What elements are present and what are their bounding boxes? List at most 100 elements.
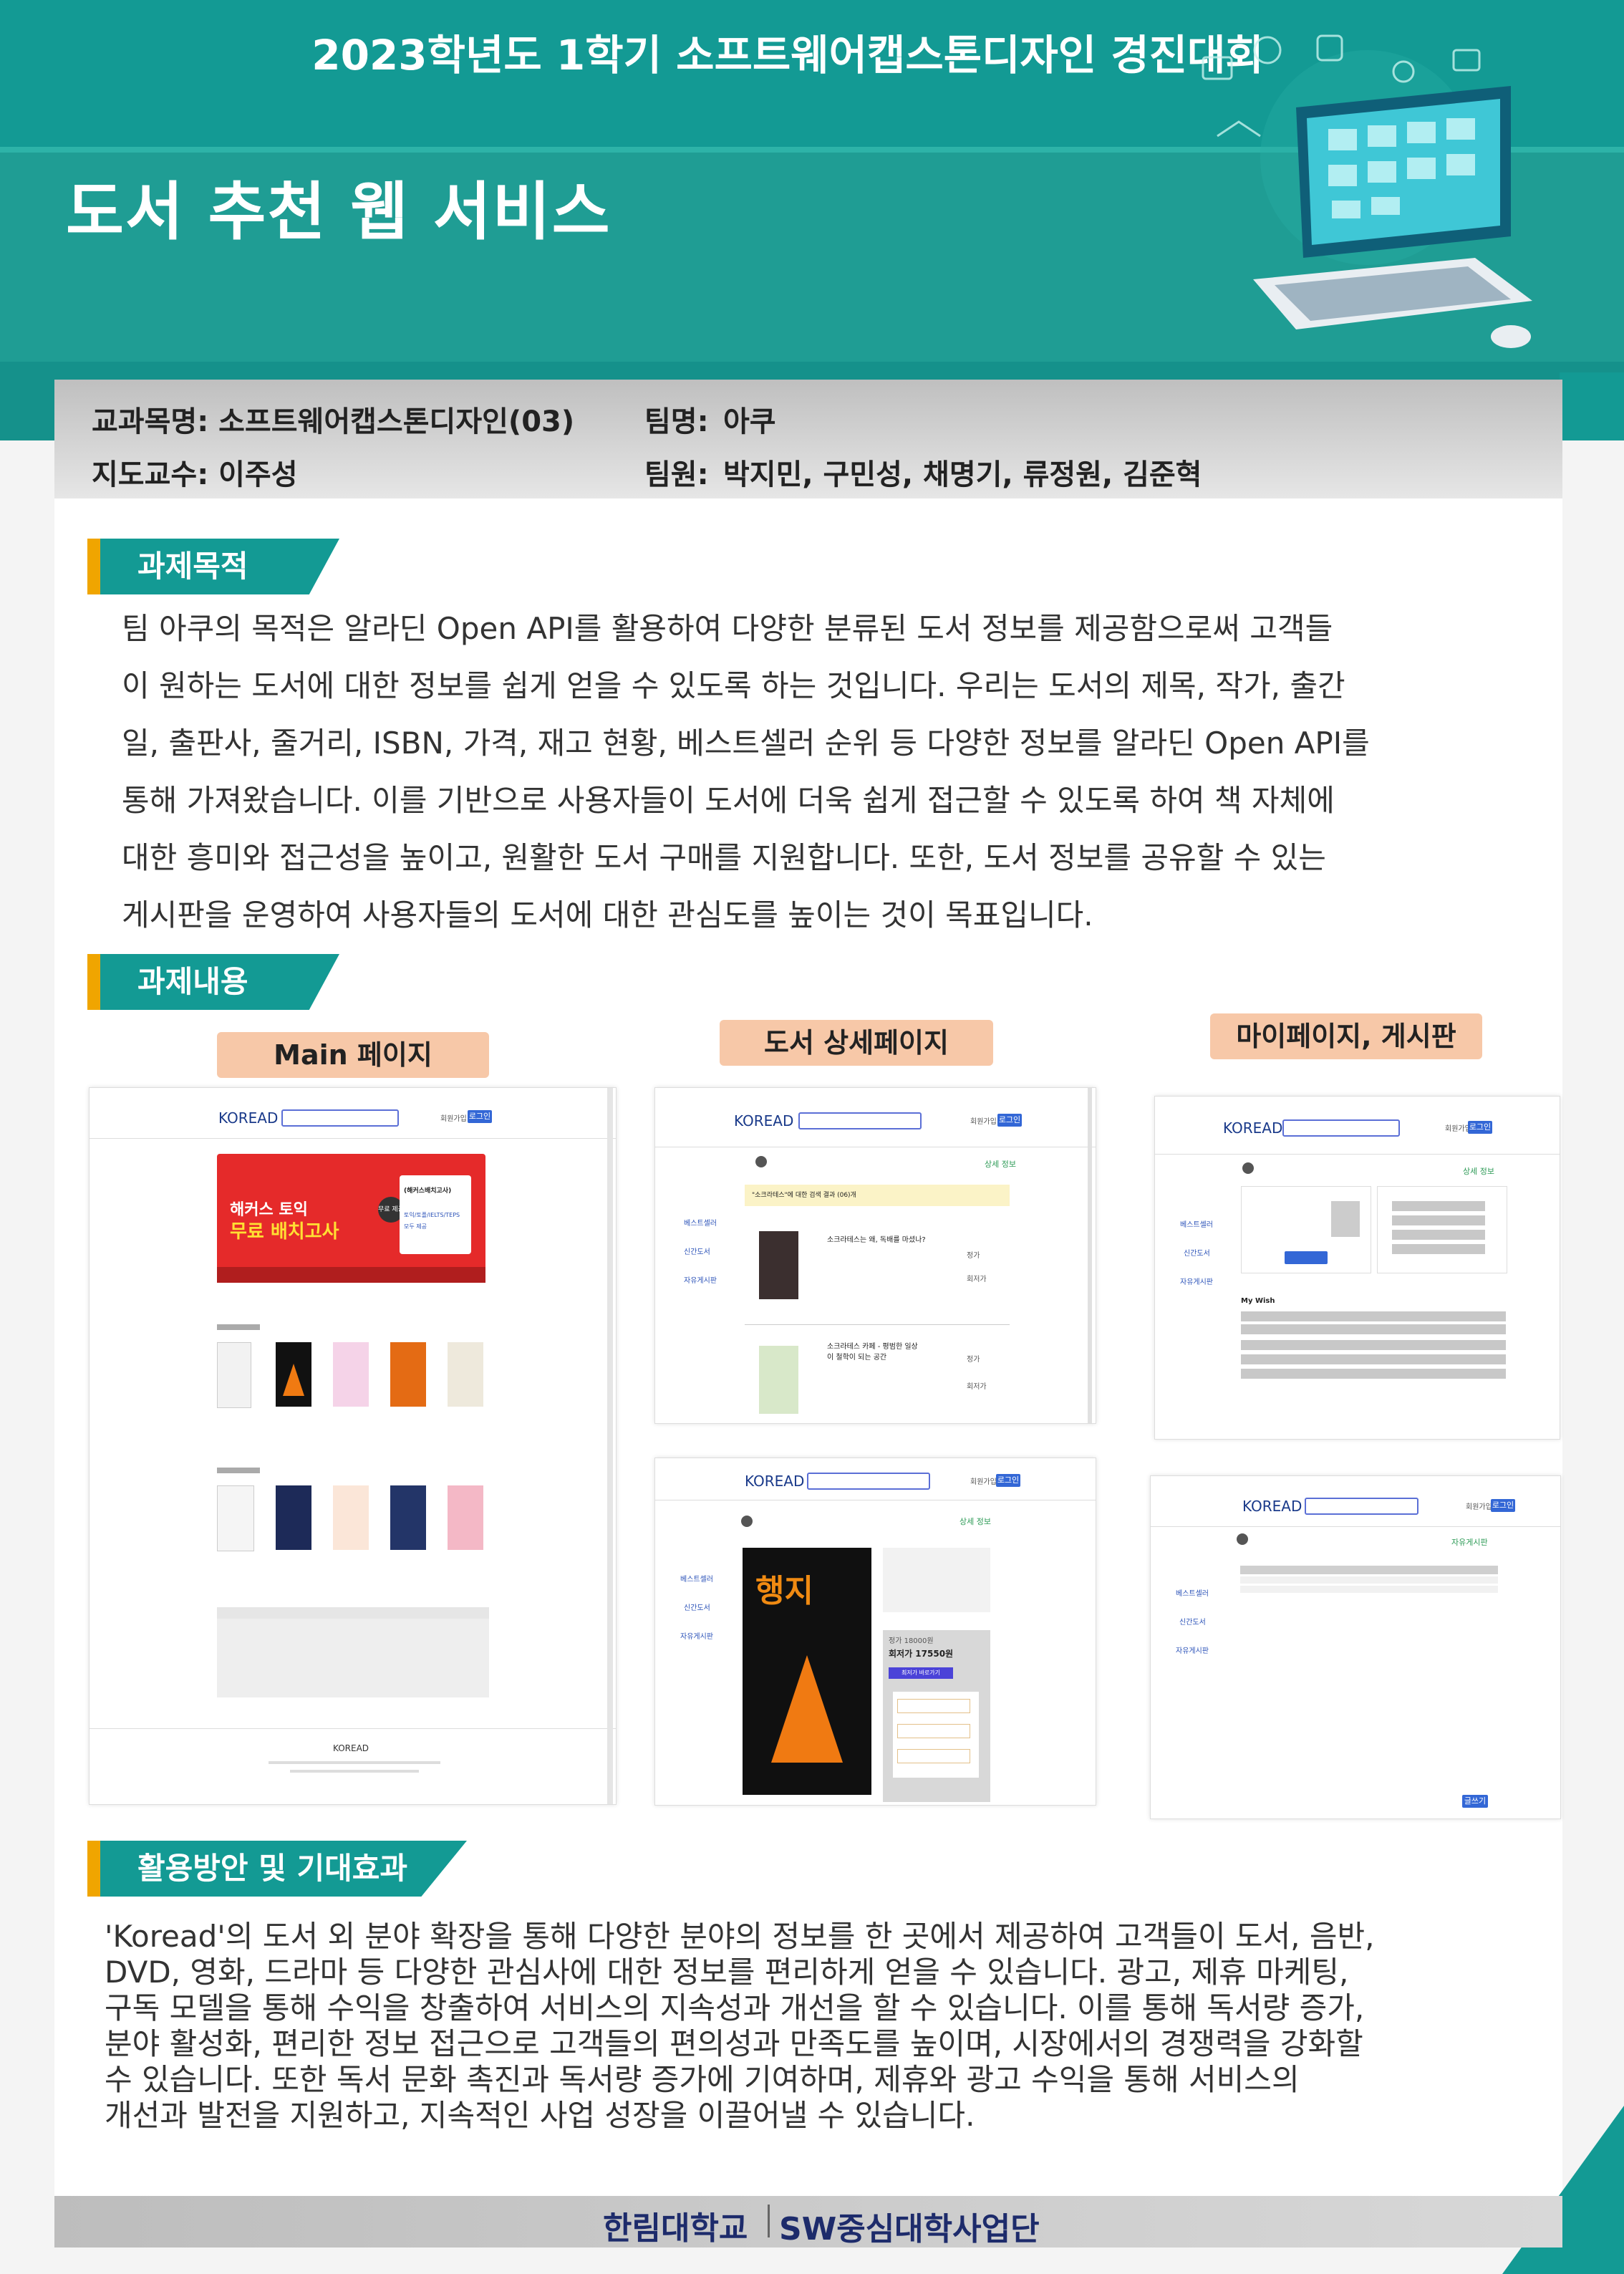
book-cover[interactable] [217, 1342, 251, 1408]
section-effects-title: 활용방안 및 기대효과 [87, 1841, 467, 1897]
gray-row [1392, 1215, 1485, 1225]
gray-row [1392, 1244, 1485, 1254]
store-item[interactable] [897, 1699, 970, 1713]
purpose-line: 이 원하는 도서에 대한 정보를 쉽게 얻을 수 있도록 하는 것입니다. 우리… [122, 668, 1345, 703]
side-link-board[interactable]: 자유게시판 [680, 1630, 713, 1641]
search-result-screenshot: KOREAD 회원가입 로그인 상세 정보 베스트셀러 신간도서 자유게시판 "… [654, 1087, 1096, 1424]
footer-text [290, 1770, 419, 1773]
big-book-title: 행지 [755, 1573, 813, 1609]
back-icon[interactable] [1237, 1533, 1248, 1545]
purpose-line: 일, 출판사, 줄거리, ISBN, 가격, 재고 현황, 베스트셀러 순위 등… [122, 726, 1370, 761]
ad-banner[interactable]: 해커스 토익 무료 배치고사 무료 제공 (해커스배치고사) 토익/토플/IEL… [217, 1154, 485, 1283]
book-cover[interactable] [276, 1342, 311, 1407]
store-item[interactable] [897, 1724, 970, 1738]
sale-price-label: 회저가 [967, 1276, 987, 1283]
edit-profile-button[interactable] [1285, 1251, 1328, 1264]
book-cover[interactable] [448, 1485, 483, 1550]
side-link-new[interactable]: 신간도서 [1184, 1247, 1210, 1258]
search-result-text: "소크라테스"에 대한 검색 결과 (06)개 [745, 1185, 1010, 1206]
brand-logo: KOREAD [218, 1109, 279, 1127]
book-cover[interactable] [759, 1346, 798, 1414]
brand-logo: KOREAD [1242, 1498, 1302, 1515]
book-title[interactable]: 소크라테스는 왜, 독배를 마셨나? [827, 1233, 926, 1244]
effects-paragraph: 'Koread'의 도서 외 분야 확장을 통해 다양한 분야의 정보를 한 곳… [105, 1919, 1472, 2134]
book-cover[interactable] [390, 1342, 426, 1407]
scrollbar[interactable] [607, 1088, 613, 1804]
back-icon[interactable] [1242, 1162, 1254, 1174]
search-input[interactable] [798, 1112, 922, 1129]
side-link-new[interactable]: 신간도서 [684, 1601, 710, 1612]
login-button[interactable]: 로그인 [1491, 1499, 1515, 1512]
banner-card: (해커스배치고사) 토익/토플/IELTS/TEPS 모두 제공 [400, 1175, 471, 1254]
mypage-header: 상세 정보 [1463, 1167, 1494, 1176]
side-link-bestseller[interactable]: 베스트셀러 [680, 1573, 713, 1584]
price-label: 정가 [967, 1252, 980, 1260]
price-label: 정가 [967, 1356, 980, 1364]
write-button[interactable]: 글쓰기 [1462, 1795, 1488, 1808]
side-link-board[interactable]: 자유게시판 [1176, 1644, 1209, 1655]
section-content-title: 과제내용 [87, 954, 339, 1010]
detail-page-label: 도서 상세페이지 [720, 1020, 993, 1066]
side-link-bestseller[interactable]: 베스트셀러 [1176, 1587, 1209, 1598]
store-item[interactable] [897, 1749, 970, 1763]
buy-button[interactable]: 최저가 바로가기 [889, 1667, 953, 1679]
book-title[interactable]: 소크라테스 카페 - 평범한 일상이 철학이 되는 공간 [827, 1340, 920, 1362]
divider [745, 1324, 1010, 1325]
board-row[interactable] [1240, 1586, 1498, 1593]
back-icon[interactable] [741, 1516, 753, 1527]
board-table [217, 1619, 489, 1697]
book-cover[interactable] [390, 1485, 426, 1550]
section-label [217, 1468, 260, 1473]
signup-link[interactable]: 회원가입 [970, 1115, 997, 1126]
side-link-new[interactable]: 신간도서 [684, 1246, 710, 1256]
my-wish-title: My Wish [1241, 1297, 1275, 1305]
effects-line: 수 있습니다. 또한 독서 문화 촉진과 독서량 증가에 기여하며, 제휴와 광… [105, 2062, 1300, 2097]
book-info-box [883, 1548, 990, 1612]
mypage-screenshot: KOREAD 회원가입 로그인 상세 정보 베스트셀러 신간도서 자유게시판 M… [1154, 1096, 1560, 1440]
signup-link[interactable]: 회원가입 [970, 1475, 997, 1486]
divider [1151, 1526, 1560, 1527]
effects-line: 개선과 발전을 지원하고, 지속적인 사업 성장을 이끌어낼 수 있습니다. [105, 2098, 975, 2133]
purpose-line: 대한 흥미와 접근성을 높이고, 원활한 도서 구매를 지원합니다. 또한, 도… [122, 840, 1326, 875]
search-input[interactable] [1282, 1119, 1400, 1137]
board-screenshot: KOREAD 회원가입 로그인 자유게시판 베스트셀러 신간도서 자유게시판 글… [1150, 1475, 1561, 1819]
effects-line: DVD, 영화, 드라마 등 다양한 관심사에 대한 정보를 편리하게 얻을 수… [105, 1955, 1349, 1990]
side-link-bestseller[interactable]: 베스트셀러 [1180, 1218, 1213, 1229]
brand-logo: KOREAD [734, 1112, 794, 1129]
main-page-screenshot: KOREAD 회원가입 로그인 해커스 토익 무료 배치고사 무료 제공 (해커… [89, 1087, 617, 1805]
login-button[interactable]: 로그인 [996, 1474, 1020, 1487]
side-link-bestseller[interactable]: 베스트셀러 [684, 1217, 717, 1228]
cover-triangle [771, 1655, 843, 1763]
purpose-line: 팀 아쿠의 목적은 알라딘 Open API를 활용하여 다양한 분류된 도서 … [122, 611, 1333, 646]
book-cover[interactable] [448, 1342, 483, 1407]
back-icon[interactable] [755, 1156, 767, 1167]
search-input[interactable] [1305, 1498, 1418, 1515]
team-name: 아쿠 [723, 405, 776, 438]
book-cover[interactable] [276, 1485, 311, 1550]
detail-header: 상세 정보 [960, 1517, 991, 1526]
book-cover[interactable] [333, 1342, 369, 1407]
search-input[interactable] [281, 1109, 399, 1127]
book-cover[interactable] [759, 1231, 798, 1299]
book-cover[interactable] [333, 1485, 369, 1550]
signup-link[interactable]: 회원가입 [440, 1112, 467, 1123]
login-button[interactable]: 로그인 [997, 1114, 1022, 1127]
signup-link[interactable]: 회원가입 [1466, 1500, 1492, 1511]
sale-price-text: 회저가 17550원 [889, 1649, 954, 1659]
login-button[interactable]: 로그인 [468, 1110, 492, 1123]
book-detail-screenshot: KOREAD 회원가입 로그인 상세 정보 베스트셀러 신간도서 자유게시판 행… [654, 1458, 1096, 1806]
board-table-header [1240, 1566, 1498, 1574]
side-link-new[interactable]: 신간도서 [1179, 1616, 1206, 1627]
search-input[interactable] [807, 1473, 930, 1490]
footer-brand: KOREAD [333, 1743, 369, 1753]
book-cover[interactable] [217, 1485, 254, 1551]
profile-card [1241, 1186, 1371, 1273]
side-link-board[interactable]: 자유게시판 [1180, 1276, 1213, 1286]
login-button[interactable]: 로그인 [1468, 1121, 1492, 1134]
effects-line: 'Koread'의 도서 외 분야 확장을 통해 다양한 분야의 정보를 한 곳… [105, 1919, 1375, 1954]
side-link-board[interactable]: 자유게시판 [684, 1274, 717, 1285]
banner-side-sub: 토익/토플/IELTS/TEPS [404, 1212, 460, 1218]
scrollbar[interactable] [1088, 1088, 1092, 1423]
board-row[interactable] [1240, 1576, 1498, 1584]
board-header: 자유게시판 [1451, 1538, 1488, 1547]
